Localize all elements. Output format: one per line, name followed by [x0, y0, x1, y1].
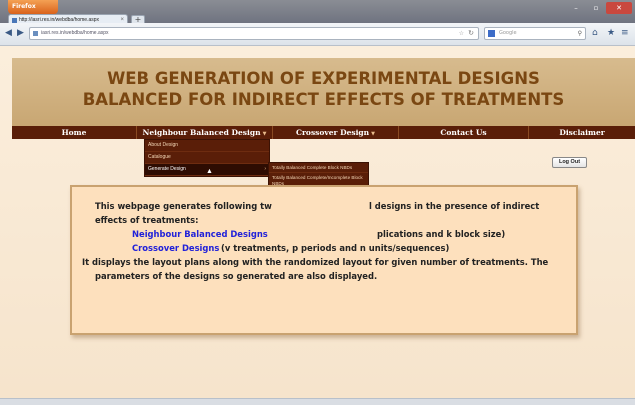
- intro-line-1a: This webpage generates following tw: [95, 201, 272, 211]
- chevron-down-icon: ▼: [262, 131, 267, 137]
- address-bar[interactable]: iasri.res.in/webdba/home.aspx ☆ ↻: [29, 27, 479, 40]
- site-identity-icon[interactable]: [33, 31, 38, 36]
- submenu-item[interactable]: Totally Balanced Complete Block NBDs: [269, 163, 368, 174]
- intro-line-2: effects of treatments:: [95, 215, 199, 225]
- mouse-cursor-icon: ▲: [206, 168, 213, 175]
- back-arrow-icon[interactable]: ◀: [5, 29, 12, 38]
- window-maximize-button[interactable]: ▫: [586, 2, 606, 14]
- menu-home[interactable]: Home: [12, 126, 136, 139]
- intro-line-1b: l designs in the presence of indirect: [369, 201, 540, 211]
- neighbour-design-dropdown: About Design Catalogue Generate Design ▲…: [144, 139, 270, 177]
- window-minimize-button[interactable]: –: [566, 2, 586, 14]
- crossover-designs-link[interactable]: Crossover Designs: [132, 243, 219, 254]
- dropdown-item-about-design[interactable]: About Design: [145, 140, 269, 152]
- page-viewport: WEB GENERATION OF EXPERIMENTAL DESIGNS B…: [0, 46, 635, 398]
- window-close-button[interactable]: ✕: [606, 2, 632, 14]
- toolbar-menu-icon[interactable]: ≡: [621, 28, 629, 39]
- chevron-right-icon: ›: [264, 166, 266, 172]
- forward-arrow-icon[interactable]: ▶: [17, 29, 24, 38]
- logout-button[interactable]: Log Out: [552, 157, 587, 168]
- browser-navbar: ◀ ▶ iasri.res.in/webdba/home.aspx ☆ ↻ Go…: [0, 23, 635, 46]
- site-title-line-1: WEB GENERATION OF EXPERIMENTAL DESIGNS: [107, 69, 540, 88]
- url-text[interactable]: iasri.res.in/webdba/home.aspx: [41, 28, 109, 39]
- menu-crossover-design[interactable]: Crossover Design ▼: [273, 126, 398, 139]
- intro-line-4-rest: (v treatments, p periods and n units/seq…: [221, 243, 450, 253]
- site-header: WEB GENERATION OF EXPERIMENTAL DESIGNS B…: [12, 58, 635, 128]
- neighbour-balanced-designs-link[interactable]: Neighbour Balanced Designs: [132, 229, 268, 240]
- search-icon[interactable]: ⚲: [578, 28, 582, 39]
- search-bar[interactable]: Google ⚲: [484, 27, 586, 40]
- chevron-down-icon: ▼: [371, 131, 375, 137]
- dropdown-item-generate-design[interactable]: Generate Design ▲ ›: [145, 164, 269, 176]
- menu-contact-us[interactable]: Contact Us: [399, 126, 528, 139]
- menu-disclaimer[interactable]: Disclaimer: [529, 126, 635, 139]
- site-title-line-2: BALANCED FOR INDIRECT EFFECTS OF TREATME…: [82, 90, 565, 109]
- bookmark-star-icon[interactable]: ☆: [459, 28, 464, 39]
- intro-panel: This webpage generates following tw l de…: [70, 185, 578, 335]
- search-placeholder[interactable]: Google: [499, 28, 517, 39]
- menu-neighbour-balanced-design[interactable]: Neighbour Balanced Design ▼: [137, 126, 272, 139]
- main-menu: Home Neighbour Balanced Design ▼ Crossove…: [12, 126, 635, 139]
- bookmarks-icon[interactable]: ★: [607, 28, 615, 39]
- intro-line-6: parameters of the designs so generated a…: [95, 271, 378, 281]
- intro-line-5: It displays the layout plans along with …: [82, 257, 549, 267]
- browser-titlebar: Firefox http://iasri.res.in/webdba/home.…: [0, 0, 635, 26]
- firefox-menu-button[interactable]: Firefox: [8, 0, 58, 14]
- search-engine-icon[interactable]: [488, 30, 495, 37]
- home-icon[interactable]: ⌂: [592, 28, 598, 39]
- intro-line-3-rest: plications and k block size): [377, 229, 506, 239]
- dropdown-item-catalogue[interactable]: Catalogue: [145, 152, 269, 164]
- reload-icon[interactable]: ↻: [468, 28, 474, 39]
